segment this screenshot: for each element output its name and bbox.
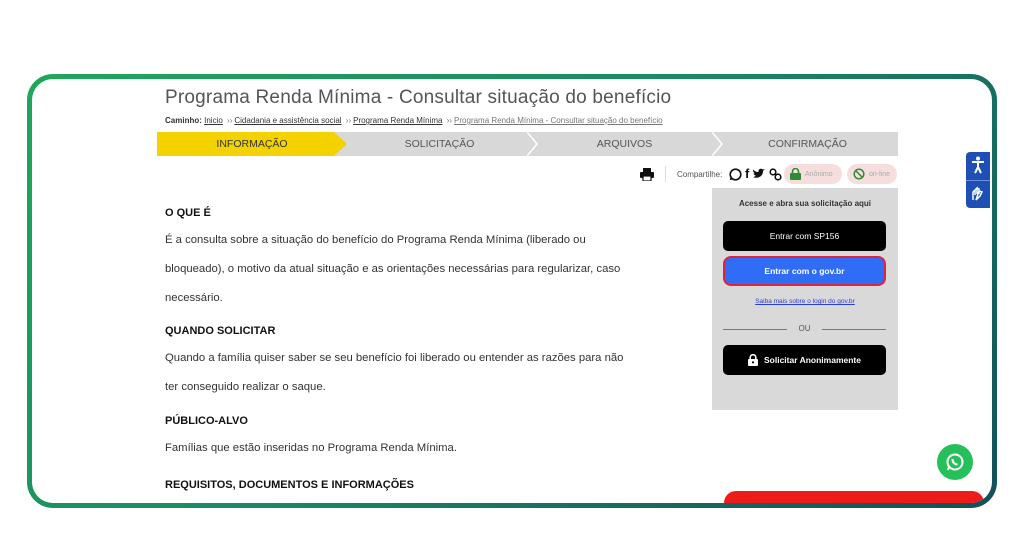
section-text-quando: Quando a família quiser saber se seu ben… bbox=[165, 344, 695, 402]
anonymous-request-label: Solicitar Anonimamente bbox=[764, 355, 861, 365]
breadcrumb-separator: ›› bbox=[345, 116, 352, 125]
online-label: on-line bbox=[869, 170, 891, 178]
breadcrumb: Caminho: Inicio ›› Cidadania e assistênci… bbox=[165, 116, 663, 125]
breadcrumb-item-inicio[interactable]: Inicio bbox=[204, 116, 223, 125]
lock-icon bbox=[748, 354, 758, 366]
govbr-login-button[interactable]: Entrar com o gov.br bbox=[723, 256, 886, 286]
section-heading-quando: QUANDO SOLICITAR bbox=[165, 325, 276, 337]
breadcrumb-label: Caminho: bbox=[165, 116, 202, 125]
divider-line bbox=[822, 329, 886, 330]
anonymous-badge[interactable]: Anônimo bbox=[784, 164, 842, 184]
whatsapp-icon bbox=[946, 453, 964, 471]
breadcrumb-item-current[interactable]: Programa Renda Mínima - Consultar situaç… bbox=[454, 116, 663, 125]
anonymous-request-button[interactable]: Solicitar Anonimamente bbox=[723, 345, 886, 375]
section-heading-requisitos: REQUISITOS, DOCUMENTOS E INFORMAÇÕES bbox=[165, 479, 414, 491]
anonymous-label: Anônimo bbox=[805, 170, 833, 178]
text-line: necessário. bbox=[165, 292, 223, 304]
online-icon bbox=[853, 168, 865, 180]
section-heading-publico: PÚBLICO-ALVO bbox=[165, 415, 248, 427]
step-confirmacao[interactable]: CONFIRMAÇÃO bbox=[717, 132, 898, 156]
text-line: Famílias que estão inseridas no Programa… bbox=[165, 442, 457, 454]
share-label: Compartilhe: bbox=[677, 170, 723, 179]
step-solicitacao[interactable]: SOLICITAÇÃO bbox=[347, 132, 532, 156]
accessibility-icon[interactable] bbox=[966, 152, 990, 178]
text-line: bloqueado), o motivo da atual situação e… bbox=[165, 263, 621, 275]
sp156-login-button[interactable]: Entrar com SP156 bbox=[723, 221, 886, 251]
twitter-share-icon[interactable] bbox=[752, 168, 766, 180]
print-icon[interactable] bbox=[640, 168, 654, 181]
progress-steps: INFORMAÇÃO SOLICITAÇÃO ARQUIVOS CONFIRMA… bbox=[157, 132, 898, 156]
whatsapp-chat-button[interactable] bbox=[937, 444, 973, 480]
breadcrumb-separator: ›› bbox=[446, 116, 453, 125]
section-text-publico: Famílias que estão inseridas no Programa… bbox=[165, 434, 695, 463]
lock-icon bbox=[790, 168, 801, 180]
breadcrumb-separator: ›› bbox=[227, 116, 233, 125]
breadcrumb-item-programa[interactable]: Programa Renda Mínima bbox=[353, 116, 442, 125]
sign-language-icon[interactable] bbox=[966, 180, 990, 206]
text-line: ter conseguido realizar o saque. bbox=[165, 381, 326, 393]
page-title: Programa Renda Mínima - Consultar situaç… bbox=[165, 87, 672, 108]
whatsapp-share-icon[interactable] bbox=[729, 167, 742, 181]
breadcrumb-item-cidadania[interactable]: Cidadania e assistência social bbox=[234, 116, 341, 125]
facebook-share-icon[interactable]: f bbox=[745, 166, 749, 182]
or-divider: OU bbox=[723, 324, 886, 334]
text-line: É a consulta sobre a situação do benefíc… bbox=[165, 234, 586, 246]
device-frame: Programa Renda Mínima - Consultar situaç… bbox=[27, 74, 997, 508]
section-text-oque: É a consulta sobre a situação do benefíc… bbox=[165, 226, 695, 313]
step-arquivos[interactable]: ARQUIVOS bbox=[532, 132, 717, 156]
browser-viewport: Programa Renda Mínima - Consultar situaç… bbox=[32, 79, 992, 503]
online-badge[interactable]: on-line bbox=[847, 164, 897, 184]
login-sidebar: Acesse e abra sua solicitação aqui Entra… bbox=[712, 188, 898, 410]
link-share-icon[interactable] bbox=[769, 167, 782, 181]
accessibility-widget bbox=[966, 152, 990, 208]
govbr-info-link[interactable]: Saiba mais sobre o login do gov.br bbox=[712, 298, 898, 305]
section-heading-oque: O QUE É bbox=[165, 207, 211, 219]
text-line: Quando a família quiser saber se seu ben… bbox=[165, 352, 624, 364]
sidebar-title: Acesse e abra sua solicitação aqui bbox=[738, 199, 872, 208]
toolbar-divider bbox=[665, 166, 666, 182]
feedback-tab[interactable] bbox=[724, 491, 984, 503]
share-icons: f bbox=[729, 166, 782, 182]
step-informacao[interactable]: INFORMAÇÃO bbox=[157, 132, 347, 156]
